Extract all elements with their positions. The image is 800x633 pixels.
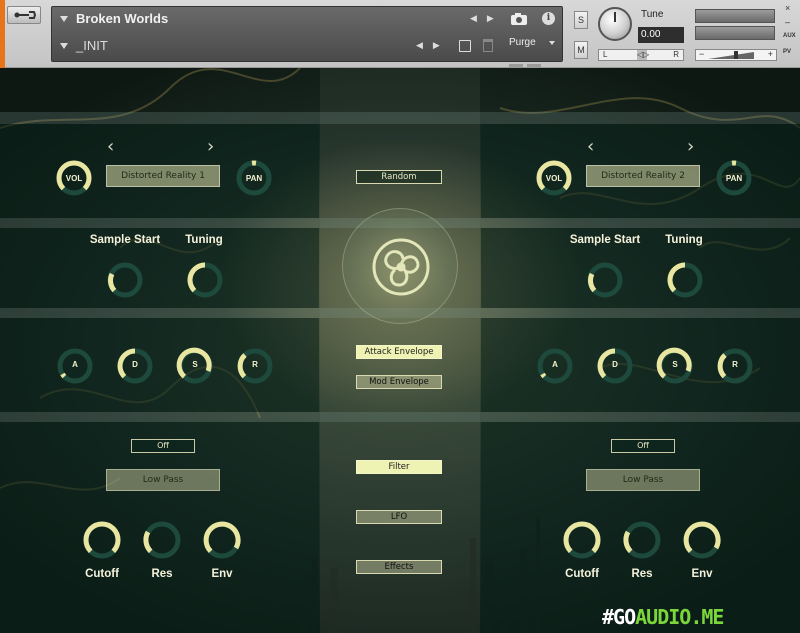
volume-handle[interactable] xyxy=(734,51,738,59)
effects-button[interactable]: Effects xyxy=(356,560,442,574)
right-env-label: Env xyxy=(691,568,713,580)
volume-slider[interactable]: − + xyxy=(695,49,777,61)
preset-name[interactable]: _INIT xyxy=(76,38,108,53)
left-prev-sample-icon[interactable]: ‹ xyxy=(107,136,114,157)
right-filter-type[interactable]: Low Pass xyxy=(586,469,700,491)
watermark: #GOAUDIO.ME xyxy=(602,605,724,629)
left-next-sample-icon[interactable]: › xyxy=(207,136,214,157)
random-button[interactable]: Random xyxy=(356,170,442,184)
right-next-sample-icon[interactable]: › xyxy=(687,136,694,157)
right-cutoff-knob[interactable] xyxy=(562,520,602,560)
right-filter-toggle[interactable]: Off xyxy=(611,439,675,453)
right-tuning-label: Tuning xyxy=(665,234,703,246)
right-sample-start-label: Sample Start xyxy=(569,234,641,246)
right-decay-label: D xyxy=(612,360,618,369)
left-vol-label: VOL xyxy=(65,174,83,183)
mute-button[interactable]: M xyxy=(574,41,588,59)
left-filter-type[interactable]: Low Pass xyxy=(106,469,220,491)
pan-slider[interactable]: L ◁▷ R xyxy=(598,49,684,61)
instrument-name[interactable]: Broken Worlds xyxy=(76,11,168,26)
brand-logo xyxy=(342,208,458,324)
camera-icon[interactable] xyxy=(510,11,528,25)
purge-menu[interactable]: Purge xyxy=(509,37,536,48)
collapse-icon[interactable] xyxy=(60,16,68,22)
minimize-icon[interactable]: – xyxy=(785,17,790,27)
left-tuning-label: Tuning xyxy=(185,234,223,246)
pan-center-handle[interactable]: ◁▷ xyxy=(637,50,649,60)
close-icon[interactable]: × xyxy=(785,3,790,13)
left-decay-label: D xyxy=(132,360,138,369)
attack-envelope-button[interactable]: Attack Envelope xyxy=(356,345,442,359)
save-icon[interactable] xyxy=(459,40,471,52)
aux-button[interactable]: AUX xyxy=(783,33,796,39)
solo-button[interactable]: S xyxy=(574,11,588,29)
right-res-knob[interactable] xyxy=(622,520,662,560)
left-tuning-knob[interactable] xyxy=(186,261,224,299)
right-cutoff-label: Cutoff xyxy=(565,568,599,580)
preset-collapse-icon[interactable] xyxy=(60,43,68,49)
tune-value[interactable]: 0.00 xyxy=(638,27,684,43)
right-sample-start-knob[interactable] xyxy=(586,261,624,299)
left-sample-start-knob[interactable] xyxy=(106,261,144,299)
trash-icon[interactable] xyxy=(483,39,493,52)
left-env-label: Env xyxy=(211,568,233,580)
left-res-label: Res xyxy=(151,568,173,580)
volume-minus: − xyxy=(699,49,705,59)
right-pan-label: PAN xyxy=(725,174,743,183)
instrument-body: ‹ › Distorted Reality 1 VOL PAN Sample S… xyxy=(0,68,800,633)
left-res-knob[interactable] xyxy=(142,520,182,560)
pan-right-label: R xyxy=(673,50,679,59)
left-sample-start-label: Sample Start xyxy=(89,234,161,246)
instrument-row: Broken Worlds ◀▶ i xyxy=(52,7,562,33)
divider-band xyxy=(0,112,800,124)
tune-knob[interactable] xyxy=(598,7,632,41)
instrument-header-panel: Broken Worlds ◀▶ i _INIT ◀▶ Purge xyxy=(51,6,563,87)
triskelion-icon xyxy=(372,238,430,296)
right-env-knob[interactable] xyxy=(682,520,722,560)
level-meter-left xyxy=(695,9,775,23)
left-filter-toggle[interactable]: Off xyxy=(131,439,195,453)
kontakt-header: Broken Worlds ◀▶ i _INIT ◀▶ Purge S M Tu… xyxy=(0,0,800,87)
left-release-label: R xyxy=(252,360,258,369)
right-tuning-knob[interactable] xyxy=(666,261,704,299)
pan-left-label: L xyxy=(603,50,608,59)
right-attack-label: A xyxy=(552,360,558,369)
level-meter-right xyxy=(695,26,775,40)
right-sustain-label: S xyxy=(672,360,678,369)
left-attack-label: A xyxy=(72,360,78,369)
filter-button[interactable]: Filter xyxy=(356,460,442,474)
left-sustain-label: S xyxy=(192,360,198,369)
right-prev-sample-icon[interactable]: ‹ xyxy=(587,136,594,157)
left-sample-name[interactable]: Distorted Reality 1 xyxy=(106,165,220,187)
selection-edge xyxy=(0,0,5,68)
left-env-knob[interactable] xyxy=(202,520,242,560)
mod-envelope-button[interactable]: Mod Envelope xyxy=(356,375,442,389)
instrument-nav-arrows[interactable]: ◀▶ xyxy=(470,14,504,24)
tune-label: Tune xyxy=(641,9,664,20)
right-sample-name[interactable]: Distorted Reality 2 xyxy=(586,165,700,187)
left-cutoff-knob[interactable] xyxy=(82,520,122,560)
right-vol-label: VOL xyxy=(545,174,563,183)
purge-dropdown-icon[interactable] xyxy=(549,41,555,45)
info-icon[interactable]: i xyxy=(542,12,555,25)
pv-button[interactable]: PV xyxy=(783,49,791,55)
right-release-label: R xyxy=(732,360,738,369)
right-res-label: Res xyxy=(631,568,653,580)
preset-nav-arrows[interactable]: ◀▶ xyxy=(416,41,450,51)
divider-band xyxy=(0,412,800,422)
left-cutoff-label: Cutoff xyxy=(85,568,119,580)
volume-plus: + xyxy=(767,49,773,59)
left-pan-label: PAN xyxy=(245,174,263,183)
lfo-button[interactable]: LFO xyxy=(356,510,442,524)
wrench-icon[interactable] xyxy=(7,6,41,24)
